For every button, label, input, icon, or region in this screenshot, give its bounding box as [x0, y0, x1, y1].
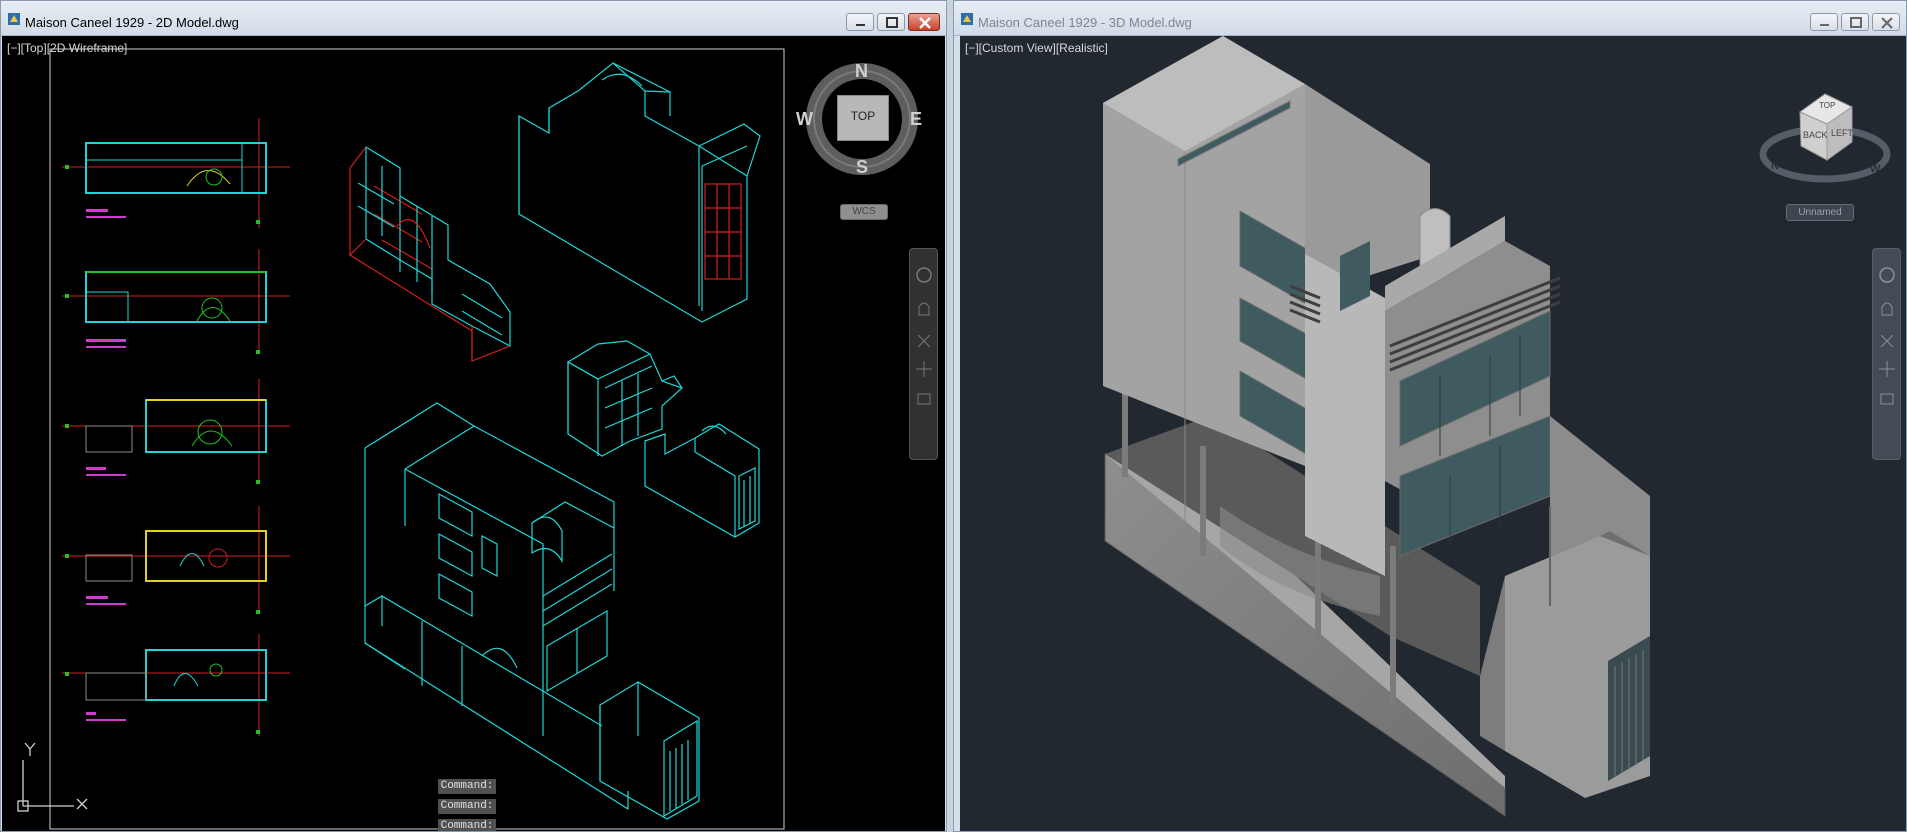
window-title: Maison Caneel 1929 - 2D Model.dwg [25, 15, 239, 30]
ucs-menu-button[interactable]: Unnamed [1786, 204, 1854, 221]
command-line-2[interactable]: Command: [438, 799, 496, 814]
compass-west[interactable]: W [796, 109, 813, 130]
compass[interactable]: N S E W TOP [796, 58, 923, 180]
maximize-button[interactable] [877, 13, 905, 31]
floor-plan-2 [62, 249, 290, 354]
drawing-viewport-2d[interactable]: [−][Top][2D Wireframe] N S E W TOP WCS C… [2, 36, 945, 831]
viewcube-compass-w[interactable]: W [1870, 163, 1880, 175]
compass-east[interactable]: E [910, 109, 922, 130]
navigation-bar[interactable] [1872, 248, 1901, 460]
close-icon [919, 17, 931, 29]
close-button[interactable] [1872, 13, 1900, 31]
compass-north[interactable]: N [855, 61, 868, 82]
minimize-icon [856, 24, 865, 26]
viewcube-top-button[interactable]: TOP [837, 95, 889, 141]
isometric-view-2 [518, 62, 761, 323]
compass-south[interactable]: S [856, 157, 868, 178]
close-button[interactable] [908, 13, 940, 31]
navbar-icon [916, 267, 932, 405]
viewcube-compass-n[interactable]: N [1771, 160, 1779, 172]
command-line-1[interactable]: Command: [438, 779, 496, 794]
minimize-button[interactable] [846, 13, 874, 31]
viewcube-left-face[interactable]: LEFT [1831, 128, 1853, 138]
navbar-icon [1879, 267, 1895, 405]
minimize-icon [1820, 24, 1829, 26]
viewcube-top-face[interactable]: TOP [1819, 101, 1835, 110]
app-icon [8, 13, 20, 25]
maximize-icon [886, 17, 898, 28]
floor-plan-4 [62, 506, 290, 614]
window-title: Maison Caneel 1929 - 3D Model.dwg [978, 15, 1192, 30]
isometric-view-1 [349, 145, 511, 362]
title-bar[interactable]: Maison Caneel 1929 - 3D Model.dwg [954, 1, 1906, 36]
minimize-button[interactable] [1810, 13, 1838, 31]
isometric-view-4 [644, 423, 760, 538]
close-icon [1881, 17, 1893, 29]
title-bar[interactable]: Maison Caneel 1929 - 2D Model.dwg [1, 1, 946, 36]
window-3d-model[interactable]: Maison Caneel 1929 - 3D Model.dwg [−][Cu… [953, 0, 1907, 832]
floor-plan-3 [62, 379, 290, 484]
maximize-button[interactable] [1841, 13, 1869, 31]
isometric-view-5 [364, 402, 700, 820]
viewcube[interactable]: TOP BACK LEFT N W S [1755, 82, 1895, 192]
maximize-icon [1850, 17, 1862, 28]
ucs-icon [17, 742, 88, 812]
drawing-viewport-3d[interactable]: [−][Custom View][Realistic] TOP BACK LEF… [960, 36, 1906, 831]
ucs-menu-button[interactable]: WCS [840, 204, 888, 220]
floor-plan-5 [62, 634, 290, 736]
viewcube-compass-s[interactable]: S [1873, 126, 1880, 137]
viewcube-back-face[interactable]: BACK [1803, 130, 1828, 140]
window-2d-model[interactable]: Maison Caneel 1929 - 2D Model.dwg [−][To… [0, 0, 947, 832]
command-line-3[interactable]: Command: [438, 819, 496, 831]
floor-plan-1 [62, 118, 290, 228]
app-icon [961, 13, 973, 25]
navigation-bar[interactable] [909, 248, 938, 460]
